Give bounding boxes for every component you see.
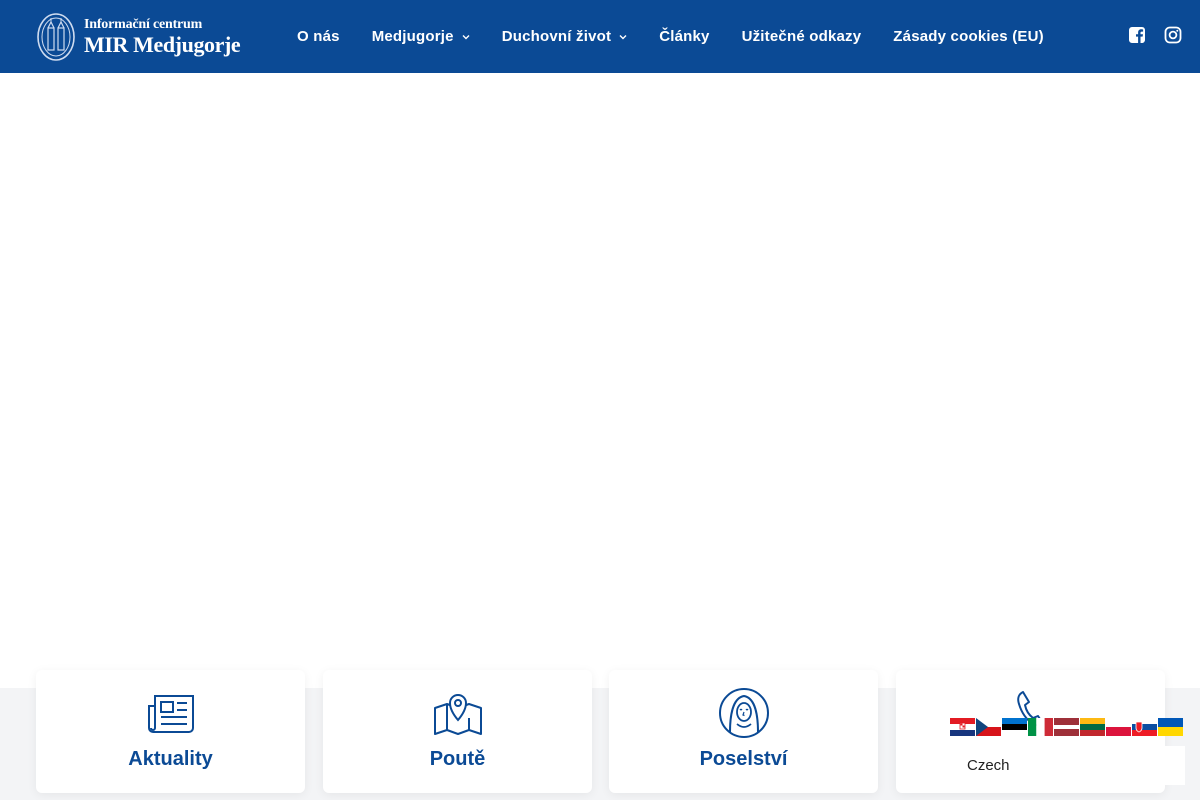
facebook-icon[interactable] [1128, 26, 1146, 44]
nav-item-duchovni-zivot[interactable]: Duchovní život [486, 0, 643, 73]
nav-item-label: Medjugorje [371, 28, 454, 45]
logo-tagline: Informační centrum [84, 17, 203, 32]
language-selected-value: Czech [967, 757, 1010, 774]
card-title: Aktuality [128, 748, 213, 770]
site-logo[interactable]: Informační centrum MIR Medjugorje [36, 11, 246, 63]
instagram-icon[interactable] [1164, 26, 1182, 44]
card-title: Poutě [429, 748, 486, 770]
card-poute[interactable]: Poutě [323, 670, 592, 793]
nav-item-label: Užitečné odkazy [741, 28, 862, 45]
madonna-icon [718, 688, 769, 738]
language-flags [950, 718, 1183, 736]
logo-emblem-icon [37, 13, 75, 61]
nav-item-label: O nás [297, 28, 340, 45]
main-nav: O nás Medjugorje Duchovní život Články U… [281, 0, 1060, 73]
logo-title: MIR Medjugorje [84, 32, 241, 57]
flag-italy-icon[interactable] [1028, 718, 1053, 736]
flag-czech-icon[interactable] [976, 718, 1001, 736]
nav-item-uzitecne-odkazy[interactable]: Užitečné odkazy [726, 0, 878, 73]
hero-area [0, 73, 1200, 688]
newspaper-icon [147, 695, 194, 733]
nav-item-o-nas[interactable]: O nás [281, 0, 356, 73]
chevron-down-icon [462, 34, 470, 39]
flag-croatia-icon[interactable] [950, 718, 975, 736]
flag-latvia-icon[interactable] [1054, 718, 1079, 736]
language-select[interactable]: Czech [950, 746, 1185, 785]
nav-item-label: Články [659, 28, 710, 45]
card-poselstvi[interactable]: Poselství [609, 670, 878, 793]
map-pin-icon [433, 694, 482, 735]
nav-item-label: Duchovní život [501, 28, 612, 45]
nav-item-label: Zásady cookies (EU) [893, 28, 1044, 45]
flag-slovakia-icon[interactable] [1132, 718, 1157, 736]
site-header: Informační centrum MIR Medjugorje O nás … [0, 0, 1200, 73]
nav-item-medjugorje[interactable]: Medjugorje [356, 0, 486, 73]
flag-estonia-icon[interactable] [1002, 718, 1027, 736]
flag-ukraine-icon[interactable] [1158, 718, 1183, 736]
flag-poland-icon[interactable] [1106, 718, 1131, 736]
card-title: Poselství [699, 748, 788, 770]
card-aktuality[interactable]: Aktuality [36, 670, 305, 793]
flag-lithuania-icon[interactable] [1080, 718, 1105, 736]
nav-item-clanky[interactable]: Články [643, 0, 725, 73]
social-links [1128, 26, 1182, 44]
chevron-down-icon [619, 34, 627, 39]
nav-item-zasady-cookies[interactable]: Zásady cookies (EU) [877, 0, 1060, 73]
